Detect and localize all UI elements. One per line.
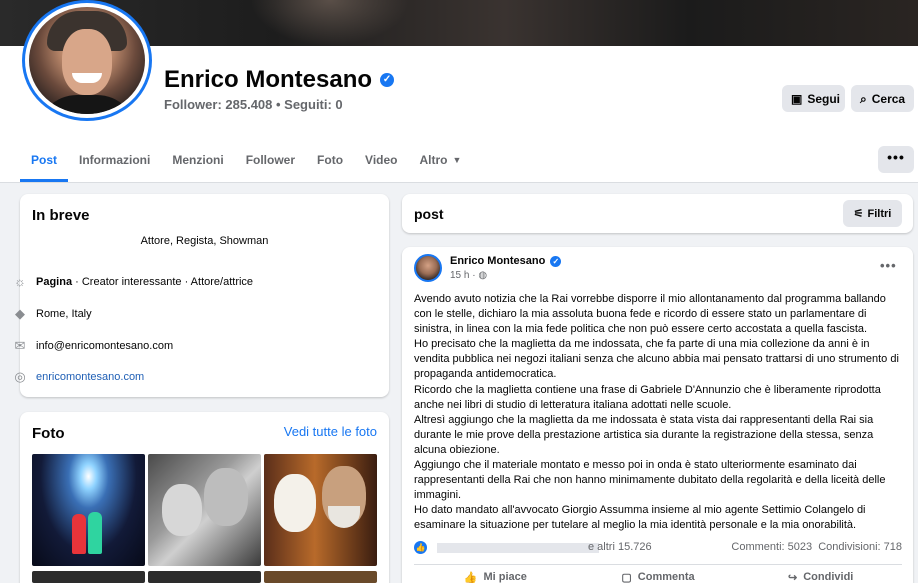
caret-down-icon: ▼ <box>452 155 462 165</box>
email-icon: ✉ <box>14 338 26 353</box>
post-action-bar: 👍 Mi piace ▢ Commenta ↪ Condividi <box>414 564 902 583</box>
see-all-photos-link[interactable]: Vedi tutte le foto <box>284 424 377 439</box>
verified-icon: ✓ <box>550 255 562 267</box>
profile-stats[interactable]: Follower: 285.408 • Seguiti: 0 <box>164 97 343 112</box>
like-reaction-icon[interactable]: 👍 <box>414 541 427 554</box>
like-button-label: Mi piace <box>483 571 527 583</box>
tab-post[interactable]: Post <box>20 138 69 182</box>
intro-location: ◆ Rome, Italy <box>12 306 92 322</box>
tab-label: Altro <box>419 153 448 167</box>
search-button-label: Cerca <box>871 91 906 106</box>
post-options-button[interactable]: ••• <box>880 258 897 273</box>
tab-label: Menzioni <box>172 153 224 167</box>
post-paragraph: Aggiungo che il materiale montato e mess… <box>414 459 886 502</box>
tab-label: Video <box>365 153 398 167</box>
photo-thumbnail[interactable] <box>264 571 377 583</box>
avatar-frame <box>25 3 149 118</box>
photo-figure <box>328 506 360 528</box>
profile-tabs: Post Informazioni Menzioni Follower Foto… <box>20 138 472 182</box>
post-paragraph: Avendo avuto notizia che la Rai vorrebbe… <box>414 293 886 336</box>
post-paragraph: Ho precisato che la maglietta da me indo… <box>414 338 899 381</box>
reactions-others[interactable]: e altri 15.726 <box>588 541 652 553</box>
filter-button-label: Filtri <box>867 207 892 220</box>
share-button[interactable]: ↪ Condividi <box>739 565 902 583</box>
post-timestamp[interactable]: 15 h · ◍ <box>450 270 487 281</box>
verified-icon: ✓ <box>380 73 395 87</box>
page-type-bold: Pagina <box>36 275 73 288</box>
follow-button-label: Segui <box>807 91 841 106</box>
tab-follower[interactable]: Follower <box>235 138 306 182</box>
tab-label: Post <box>31 153 58 167</box>
profile-avatar[interactable] <box>22 0 152 121</box>
filter-button[interactable]: ⚟ Filtri <box>843 200 902 227</box>
post-counts[interactable]: Commenti: 5023 Condivisioni: 718 <box>731 541 902 553</box>
profile-name: Enrico Montesano ✓ <box>164 66 395 94</box>
share-icon: ↪ <box>788 571 798 583</box>
posts-title: post <box>414 206 444 222</box>
intro-page-type: ☼ Pagina · Creator interessante · Attore… <box>12 274 253 289</box>
post-author-name: Enrico Montesano <box>450 255 546 267</box>
like-icon: 👍 <box>463 571 478 583</box>
email-text[interactable]: info@enricomontesano.com <box>36 340 173 352</box>
cover-shape <box>250 0 410 46</box>
photo-thumbnail[interactable] <box>32 454 145 566</box>
globe-small-icon: · ◍ <box>472 270 488 281</box>
tab-menzioni[interactable]: Menzioni <box>161 138 234 182</box>
profile-name-text: Enrico Montesano <box>164 66 373 93</box>
tab-label: Informazioni <box>79 153 151 167</box>
post-paragraph: Ricordo che la maglietta contiene una fr… <box>414 383 881 411</box>
search-icon: ⌕ <box>860 91 867 106</box>
photo-thumbnail[interactable] <box>148 571 261 583</box>
photo-figure <box>274 474 316 532</box>
website-link[interactable]: enricomontesano.com <box>36 371 144 383</box>
photo-figure <box>88 512 102 554</box>
post-author[interactable]: Enrico Montesano ✓ <box>450 255 562 267</box>
comment-button-label: Commenta <box>637 571 695 583</box>
tab-video[interactable]: Video <box>354 138 408 182</box>
tab-informazioni[interactable]: Informazioni <box>68 138 161 182</box>
post-paragraph: Ho dato mandato all'avvocato Giorgio Ass… <box>414 504 866 532</box>
location-icon: ◆ <box>15 306 25 321</box>
intro-card: In breve Attore, Regista, Showman <box>20 194 389 397</box>
photo-thumbnail[interactable] <box>148 454 261 566</box>
post-author-avatar[interactable] <box>414 254 442 282</box>
tab-foto[interactable]: Foto <box>306 138 354 182</box>
posts-header-card: post <box>402 194 913 233</box>
photo-figure <box>72 514 86 554</box>
post-text: Avendo avuto notizia che la Rai vorrebbe… <box>414 292 899 534</box>
photos-title: Foto <box>32 425 65 442</box>
post-time-text: 15 h <box>450 270 470 281</box>
intro-bio: Attore, Regista, Showman <box>140 235 269 247</box>
search-button[interactable]: ⌕ Cerca <box>851 85 914 112</box>
tab-label: Foto <box>317 153 344 167</box>
comment-icon: ▢ <box>621 571 632 583</box>
avatar-image <box>29 7 145 114</box>
post-reactions: 👍 e altri 15.726 Commenti: 5023 Condivis… <box>414 541 902 555</box>
reactors-redacted <box>437 543 599 553</box>
photo-thumbnail[interactable] <box>32 571 145 583</box>
like-button[interactable]: 👍 Mi piace <box>414 565 577 583</box>
page-type-rest: · Creator interessante · Attore/attrice <box>72 275 254 288</box>
photo-figure <box>162 484 202 536</box>
photo-figure <box>204 468 248 526</box>
location-text: Rome, Italy <box>36 308 92 320</box>
follow-button[interactable]: ▣ Segui <box>782 85 845 112</box>
intro-email: ✉ info@enricomontesano.com <box>12 338 174 354</box>
avatar-face <box>62 29 112 95</box>
tab-label: Follower <box>245 153 296 167</box>
globe-icon: ◎ <box>14 369 26 384</box>
comment-button[interactable]: ▢ Commenta <box>577 565 740 583</box>
tab-altro[interactable]: Altro ▼ <box>409 138 473 182</box>
intro-title: In breve <box>32 207 90 224</box>
more-options-button[interactable]: ••• <box>878 146 914 173</box>
share-button-label: Condividi <box>803 571 854 583</box>
post-paragraph: Altresì aggiungo che la maglietta da me … <box>414 413 874 456</box>
filter-icon: ⚟ <box>853 208 864 220</box>
photo-thumbnail[interactable] <box>264 454 377 566</box>
avatar-shirt <box>37 95 137 114</box>
follow-icon: ▣ <box>791 91 803 106</box>
intro-website: ◎ enricomontesano.com <box>12 369 144 385</box>
page-icon: ☼ <box>14 274 26 289</box>
